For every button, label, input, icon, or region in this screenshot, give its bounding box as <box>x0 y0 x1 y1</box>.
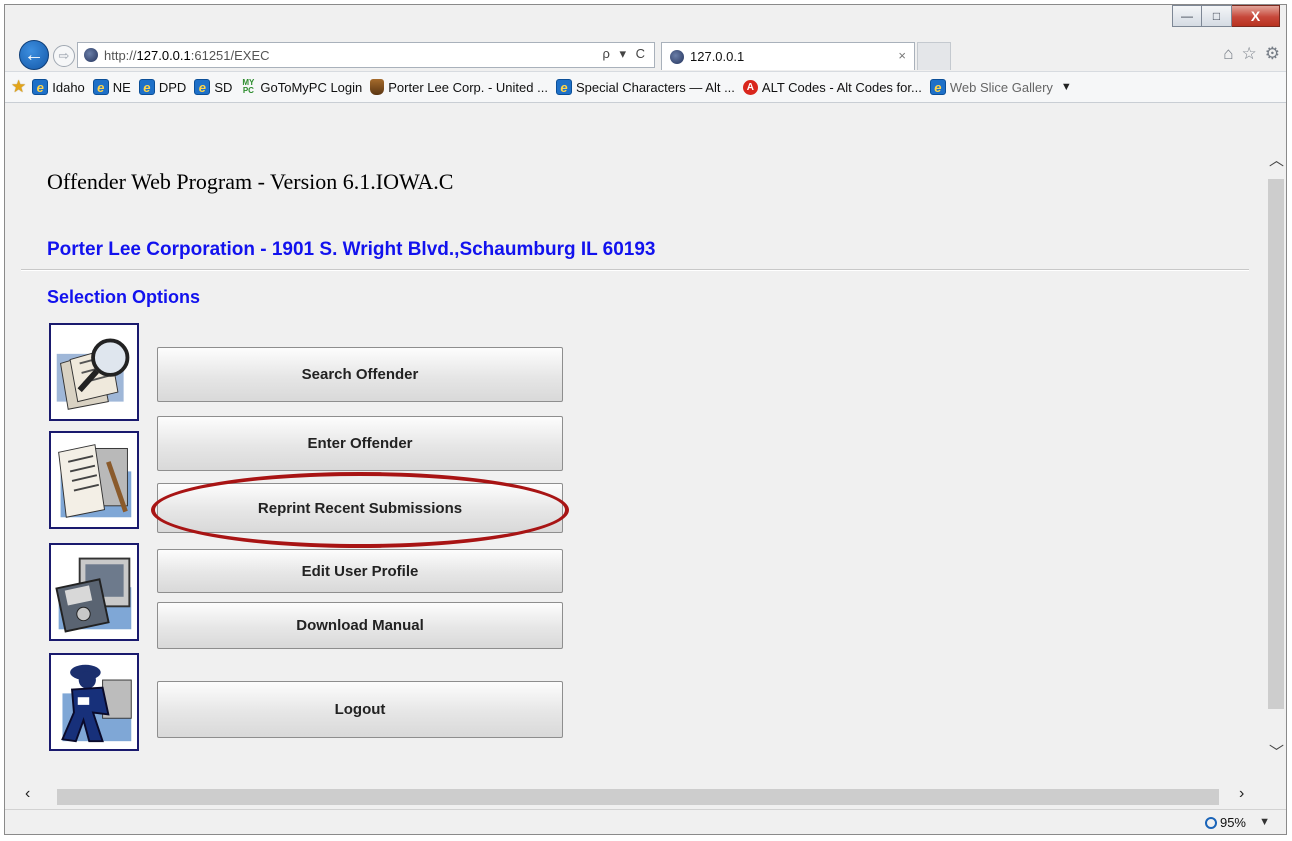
favorite-sd[interactable]: e SD <box>194 79 232 95</box>
favorite-porter-lee[interactable]: Porter Lee Corp. - United ... <box>370 79 548 95</box>
favorite-web-slice-gallery[interactable]: e Web Slice Gallery <box>929 79 1053 95</box>
edit-user-profile-button[interactable]: Edit User Profile <box>157 549 563 593</box>
zoom-level[interactable]: 95% <box>1204 815 1246 830</box>
selection-options-heading: Selection Options <box>47 287 201 307</box>
scroll-down-icon[interactable]: ﹀ <box>1269 741 1284 762</box>
zoom-icon <box>1204 816 1217 829</box>
favorites-bar: ★ e Idaho e NE e DPD e SD MY PC GoToMyPC Login… <box>5 71 1286 103</box>
browser-tab[interactable]: 127.0.0.1 × <box>661 42 915 70</box>
window-controls: — □ X <box>1172 5 1280 31</box>
horizontal-scroll-thumb[interactable] <box>57 789 1219 805</box>
divider <box>21 269 1249 271</box>
officer-clipart-icon <box>49 653 139 751</box>
ie-icon: e <box>138 79 155 95</box>
scroll-left-icon[interactable]: ‹ <box>25 785 30 803</box>
close-window-button[interactable]: X <box>1232 5 1280 27</box>
navigation-bar: ← ⇨ http://127.0.0.1:61251/EXEC ρ ▾ C 12… <box>5 31 1286 71</box>
ie-icon: e <box>194 79 211 95</box>
ie-icon: e <box>929 79 946 95</box>
vertical-scrollbar[interactable]: ︿ ﹀ <box>1265 135 1286 791</box>
zoom-value: 95% <box>1219 815 1246 830</box>
reprint-recent-submissions-button[interactable]: Reprint Recent Submissions <box>157 483 563 533</box>
minimize-button[interactable]: — <box>1172 5 1202 27</box>
search-refresh-icons[interactable]: ρ ▾ C <box>602 46 648 62</box>
enter-offender-button[interactable]: Enter Offender <box>157 416 563 471</box>
favorite-dpd[interactable]: e DPD <box>138 79 186 95</box>
floppy-disk-clipart-icon <box>49 543 139 641</box>
url-path: :61251/EXEC <box>190 47 270 63</box>
ie-icon: e <box>32 79 49 95</box>
favorite-alt-codes[interactable]: A ALT Codes - Alt Codes for... <box>742 79 922 95</box>
zoom-dropdown-icon[interactable]: ▼ <box>1259 816 1270 828</box>
tab-close-icon[interactable]: × <box>898 48 906 63</box>
search-clipart-icon <box>49 323 139 421</box>
browser-window: — □ X ← ⇨ http://127.0.0.1:61251/EXEC ρ … <box>4 4 1287 835</box>
status-bar: 95% ▼ <box>5 809 1286 834</box>
tab-title: 127.0.0.1 <box>690 49 745 64</box>
scroll-up-icon[interactable]: ︿ <box>1269 149 1284 170</box>
vertical-scroll-thumb[interactable] <box>1268 179 1284 709</box>
ie-icon: e <box>92 79 109 95</box>
gear-icon[interactable]: ⚙ <box>1265 44 1280 64</box>
porterlee-icon <box>370 79 385 95</box>
altcodes-icon: A <box>742 79 758 95</box>
forward-button[interactable]: ⇨ <box>53 45 75 67</box>
company-address: Porter Lee Corporation - 1901 S. Wright … <box>47 239 656 260</box>
address-bar[interactable]: http://127.0.0.1:61251/EXEC ρ ▾ C <box>77 42 655 68</box>
home-icon[interactable]: ⌂ <box>1223 44 1233 64</box>
document-clipart-icon <box>49 431 139 529</box>
search-offender-button[interactable]: Search Offender <box>157 347 563 402</box>
back-button[interactable]: ← <box>19 40 49 70</box>
favorite-special-characters[interactable]: e Special Characters — Alt ... <box>555 79 735 95</box>
maximize-button[interactable]: □ <box>1202 5 1232 27</box>
page-title: Offender Web Program - Version 6.1.IOWA.… <box>47 169 454 194</box>
tab-site-icon <box>670 49 684 64</box>
scroll-right-icon[interactable]: › <box>1239 785 1244 803</box>
add-favorite-star-icon[interactable]: ★ <box>11 77 26 97</box>
logout-button[interactable]: Logout <box>157 681 563 738</box>
favorite-gotomypc[interactable]: MY PC GoToMyPC Login <box>240 79 362 95</box>
page-content: Offender Web Program - Version 6.1.IOWA.… <box>17 135 1265 785</box>
url-scheme: http:// <box>104 47 137 63</box>
favorites-dropdown-icon[interactable]: ▼ <box>1061 81 1072 93</box>
url-host: 127.0.0.1 <box>136 47 191 63</box>
browser-tools: ⌂ ☆ ⚙ <box>1223 44 1280 64</box>
favorites-star-icon[interactable]: ☆ <box>1242 44 1257 64</box>
favorite-idaho[interactable]: e Idaho <box>32 79 85 95</box>
ie-icon: e <box>555 79 572 95</box>
site-icon <box>84 48 98 62</box>
download-manual-button[interactable]: Download Manual <box>157 602 563 649</box>
favorite-ne[interactable]: e NE <box>92 79 131 95</box>
horizontal-scrollbar[interactable]: ‹ › <box>17 785 1265 807</box>
mypc-icon: MY PC <box>242 78 255 95</box>
new-tab-button[interactable] <box>917 42 951 70</box>
